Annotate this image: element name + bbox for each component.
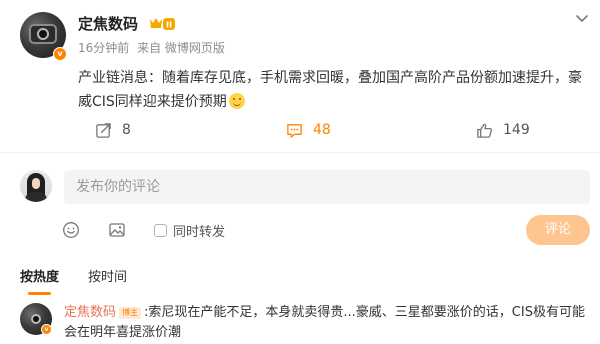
- comment-body: :索尼现在产能不足，本身就卖得贵...豪威、三星都要涨价的话，CIS极有可能会在…: [64, 305, 585, 340]
- lens-icon: [31, 314, 41, 324]
- sort-by-time-tab[interactable]: 按时间: [88, 269, 127, 287]
- forward-count: 8: [122, 122, 131, 138]
- comment-input[interactable]: [64, 170, 590, 204]
- repost-checkbox[interactable]: 同时转发: [154, 221, 225, 240]
- post-content: 产业链消息：随着库存见底，手机需求回暖，叠加国产高阶产品份额加速提升，豪威CIS…: [78, 66, 588, 114]
- image-icon[interactable]: [108, 221, 126, 239]
- verified-badge: v: [53, 47, 67, 61]
- comment-author[interactable]: 定焦数码: [64, 305, 116, 320]
- verified-badge: v: [41, 324, 52, 335]
- current-user-avatar[interactable]: [20, 170, 52, 202]
- forward-button[interactable]: 8: [95, 120, 131, 140]
- comment-item: 定焦数码 博主:索尼现在产能不足，本身就卖得贵...豪威、三星都要涨价的话，CIS…: [64, 303, 590, 343]
- forward-icon: [96, 122, 111, 138]
- submit-comment-button[interactable]: 评论: [526, 215, 590, 245]
- post-time[interactable]: 16分钟前: [78, 41, 129, 55]
- vip-badge-icon[interactable]: II: [148, 16, 176, 32]
- sort-by-hot-tab[interactable]: 按热度: [20, 269, 59, 295]
- vip-level: II: [166, 21, 172, 30]
- like-button[interactable]: 149: [476, 120, 530, 140]
- comment-button[interactable]: 48: [286, 120, 331, 140]
- lens-icon: [37, 28, 49, 40]
- divider: [0, 152, 600, 153]
- comment-count: 48: [313, 122, 331, 138]
- like-count: 149: [503, 122, 530, 138]
- author-name[interactable]: 定焦数码: [78, 14, 138, 34]
- post-meta: 16分钟前 来自 微博网页版: [78, 40, 229, 56]
- post-source: 来自 微博网页版: [137, 41, 225, 55]
- repost-label: 同时转发: [173, 225, 226, 240]
- smile-emoji-icon: [228, 93, 245, 109]
- author-badge: 博主: [119, 307, 142, 319]
- like-icon: [477, 123, 493, 138]
- post-text: 产业链消息：随着库存见底，手机需求回暖，叠加国产高阶产品份额加速提升，豪威CIS…: [78, 70, 582, 110]
- chevron-down-icon[interactable]: [574, 10, 590, 26]
- checkbox-box[interactable]: [154, 224, 167, 237]
- emoji-icon[interactable]: [62, 221, 80, 239]
- comment-icon: [287, 123, 302, 138]
